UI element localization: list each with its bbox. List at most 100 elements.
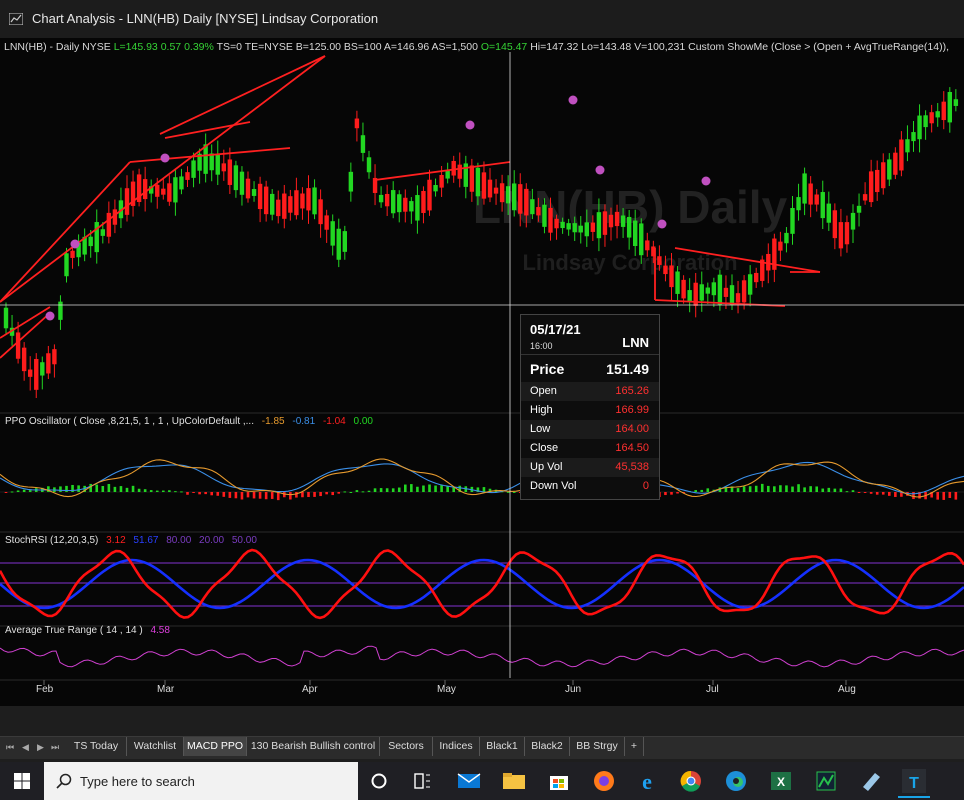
- chart-area[interactable]: LNN(HB) Daily Lindsay Corporation LNN(HB…: [0, 38, 964, 706]
- excel-icon[interactable]: X: [766, 767, 796, 795]
- ppo-histogram-bar: [10, 491, 14, 493]
- window-titlebar: Chart Analysis - LNN(HB) Daily [NYSE] Li…: [0, 0, 964, 39]
- ppo-histogram-bar: [773, 486, 776, 492]
- tab-indices[interactable]: Indices: [433, 737, 480, 756]
- tab-black2[interactable]: Black2: [525, 737, 570, 756]
- ppo-histogram-bar: [307, 492, 310, 498]
- ppo-blue-line: [0, 461, 964, 495]
- ppo-histogram-bar: [888, 492, 891, 496]
- ppo-histogram-bar: [428, 484, 431, 492]
- notes-app-icon[interactable]: [856, 767, 886, 795]
- svg-text:X: X: [777, 775, 785, 789]
- price-candle: [167, 175, 172, 206]
- ppo-histogram-bar: [337, 492, 341, 494]
- search-icon: [56, 773, 72, 789]
- price-candle: [868, 159, 874, 208]
- price-candle: [28, 356, 33, 391]
- ppo-histogram-bar: [482, 487, 486, 492]
- price-candle: [433, 178, 438, 197]
- ppo-histogram-bar: [155, 490, 159, 492]
- price-candle: [233, 160, 239, 198]
- ppo-histogram-bar: [440, 484, 443, 492]
- price-candle: [832, 203, 838, 250]
- ppo-value-3: -1.04: [322, 416, 346, 427]
- ppo-histogram-bar: [736, 488, 740, 492]
- firefox-icon[interactable]: [589, 767, 619, 795]
- ppo-histogram-bar: [264, 492, 268, 500]
- file-explorer-icon[interactable]: [499, 767, 529, 795]
- next-tab-icon[interactable]: ▶: [37, 742, 44, 753]
- ppo-histogram-bar: [107, 483, 111, 492]
- tab-macd-ppo[interactable]: MACD PPO: [184, 737, 247, 756]
- add-tab-button[interactable]: +: [625, 737, 644, 756]
- search-placeholder: Type here to search: [80, 774, 195, 789]
- price-candle: [142, 166, 148, 212]
- tab-bb-strgy[interactable]: BB Strgy: [570, 737, 625, 756]
- atr-line-line: [0, 645, 964, 668]
- ppo-histogram-bar: [301, 492, 304, 498]
- ppo-histogram-bar: [833, 488, 837, 492]
- tab-watchlist[interactable]: Watchlist: [127, 737, 184, 756]
- ppo-histogram-bar: [325, 492, 328, 495]
- price-candle: [917, 104, 922, 153]
- taskbar-search-box[interactable]: Type here to search: [44, 762, 358, 800]
- price-candle: [52, 344, 57, 378]
- price-candle: [826, 191, 831, 231]
- ppo-histogram-bar: [821, 488, 825, 492]
- chrome-icon[interactable]: [676, 767, 706, 795]
- price-candle: [330, 214, 335, 256]
- prev-tab-icon[interactable]: ◀: [22, 742, 29, 753]
- first-tab-icon[interactable]: ⏮: [6, 742, 14, 753]
- price-candle: [409, 197, 414, 224]
- ppo-histogram-bar: [869, 492, 873, 494]
- mail-icon[interactable]: [454, 767, 484, 795]
- tab-ts-today[interactable]: TS Today: [66, 737, 127, 756]
- ppo-histogram-bar: [815, 486, 818, 492]
- ppo-histogram-bar: [313, 492, 316, 497]
- header-rest: Hi=147.32 Lo=143.48 V=100,231 Custom Sho…: [530, 41, 949, 53]
- ppo-histogram-bar: [670, 492, 673, 495]
- tab-bearish-bullish[interactable]: 130 Bearish Bullish control: [247, 737, 380, 756]
- task-view-icon[interactable]: [407, 767, 437, 795]
- tooltip-row-open: Open 165.26: [521, 382, 659, 401]
- window-title: Chart Analysis - LNN(HB) Daily [NYSE] Li…: [32, 11, 379, 26]
- ppo-histogram-bar: [767, 485, 770, 492]
- edge-icon[interactable]: [721, 767, 751, 795]
- price-candle: [760, 255, 765, 288]
- price-candle: [282, 184, 287, 229]
- ppo-histogram-bar: [779, 485, 782, 492]
- ppo-histogram-bar: [942, 492, 946, 500]
- windows-start-icon[interactable]: [14, 773, 30, 789]
- price-candle: [118, 187, 124, 229]
- stochrsi-value-4: 20.00: [199, 535, 225, 546]
- price-candle: [445, 162, 450, 184]
- spreadsheet-app-icon[interactable]: [811, 767, 841, 795]
- tooltip-value: 0: [642, 480, 649, 492]
- ppo-value-4: 0.00: [353, 416, 373, 427]
- x-label-apr: Apr: [302, 684, 318, 695]
- ppo-histogram-bar: [797, 484, 800, 492]
- price-candle: [862, 182, 868, 205]
- price-candle: [856, 193, 862, 227]
- tooltip-key: Down Vol: [530, 480, 577, 492]
- price-candle: [276, 190, 281, 224]
- tab-sectors[interactable]: Sectors: [380, 737, 433, 756]
- x-label-feb: Feb: [36, 684, 54, 695]
- store-icon[interactable]: [544, 767, 574, 795]
- ppo-histogram-bar: [246, 492, 250, 498]
- tab-black1[interactable]: Black1: [480, 737, 525, 756]
- ppo-histogram-bar: [863, 492, 867, 493]
- price-candle: [687, 278, 692, 313]
- internet-explorer-icon[interactable]: e: [632, 767, 662, 795]
- chart-canvas[interactable]: LNN(HB) Daily Lindsay Corporation: [0, 38, 964, 706]
- header-mid: TS=0 TE=NYSE B=125.00 BS=100 A=146.96 AS…: [216, 41, 478, 53]
- price-candle: [366, 150, 372, 179]
- tradestation-icon[interactable]: T: [899, 767, 929, 795]
- price-candle: [699, 271, 704, 312]
- last-tab-icon[interactable]: ⏭: [51, 742, 59, 753]
- cortana-icon[interactable]: [364, 767, 394, 795]
- trendline: [159, 55, 326, 135]
- price-candle: [360, 122, 366, 162]
- ppo-histogram-bar: [785, 485, 788, 492]
- price-candle: [209, 144, 214, 182]
